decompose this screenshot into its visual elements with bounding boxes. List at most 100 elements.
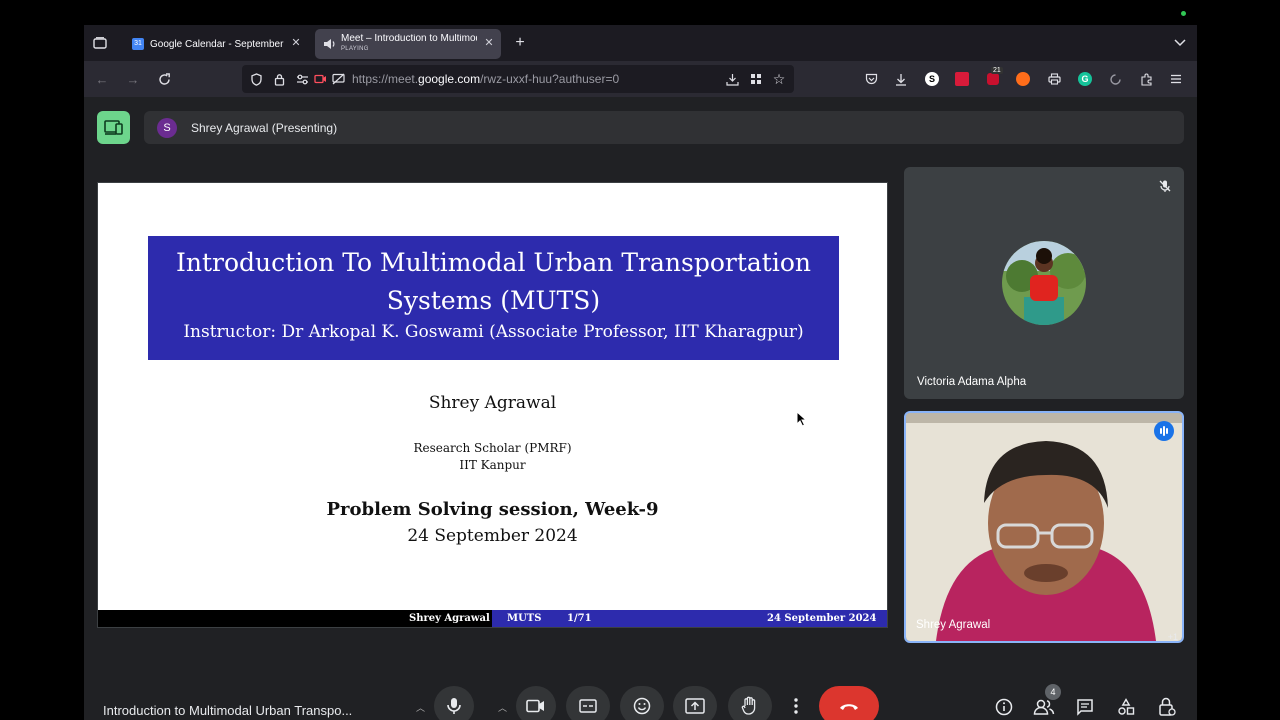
tracking-protection-icon[interactable] — [248, 71, 264, 87]
reload-icon[interactable] — [156, 71, 172, 87]
present-now-button[interactable] — [673, 686, 717, 720]
mouse-cursor-icon — [796, 411, 808, 427]
raise-hand-icon — [741, 696, 756, 715]
slide-instructor: Instructor: Dr Arkopal K. Goswami (Assoc… — [183, 322, 804, 342]
slide-title: Introduction To Multimodal Urban Transpo… — [148, 244, 839, 320]
present-screen-icon — [104, 120, 123, 135]
new-tab-icon[interactable]: + — [512, 34, 528, 51]
footer-page: 1/71 — [567, 613, 592, 624]
slide-institution: IIT Kanpur — [459, 458, 526, 472]
tab-bar: 31 Google Calendar - September 2 ✕ Meet … — [84, 25, 1197, 61]
meeting-title: Introduction to Multimodal Urban Transpo… — [103, 703, 353, 718]
url-domain: google.com — [418, 72, 481, 86]
permissions-icon[interactable] — [294, 71, 310, 87]
screen: 31 Google Calendar - September 2 ✕ Meet … — [0, 0, 1280, 720]
footer-short-title: MUTS — [507, 613, 542, 624]
tab-google-calendar[interactable]: 31 Google Calendar - September 2 ✕ — [124, 29, 308, 59]
hang-up-icon — [840, 704, 858, 710]
screen-sharing-icon[interactable] — [330, 71, 346, 87]
microphone-button[interactable] — [434, 686, 474, 720]
extension-printer-icon[interactable] — [1046, 71, 1062, 87]
raise-hand-button[interactable] — [728, 686, 772, 720]
extension-orange-icon[interactable] — [1015, 71, 1031, 87]
tab-playing-status: PLAYING — [341, 46, 369, 52]
meet-speaker-icon[interactable] — [323, 38, 335, 50]
url-text[interactable]: https://meet.google.com/rwz-uxxf-huu?aut… — [352, 72, 619, 86]
leave-call-button[interactable] — [819, 686, 879, 720]
speaking-indicator-icon — [1154, 421, 1174, 441]
url-prefix: https://meet. — [352, 72, 419, 86]
extensions-grid-icon[interactable] — [748, 71, 764, 87]
slide-title-line-2: Systems (MUTS) — [386, 286, 601, 315]
meet-page: S Shrey Agrawal (Presenting) Introductio… — [84, 97, 1197, 720]
camera-sharing-icon[interactable] — [312, 71, 328, 87]
emoji-reactions-button[interactable] — [620, 686, 664, 720]
more-participants-count[interactable]: +1 — [1168, 632, 1178, 641]
audio-settings-caret-icon[interactable]: ︿ — [416, 701, 425, 714]
extension-sync-icon[interactable] — [1107, 71, 1123, 87]
participant-tile[interactable]: Victoria Adama Alpha — [904, 167, 1184, 399]
navigation-toolbar: ← → https://meet.google.com/rwz-uxxf-huu… — [84, 61, 1197, 97]
slide-date: 24 September 2024 — [407, 526, 578, 546]
browser-window: 31 Google Calendar - September 2 ✕ Meet … — [84, 25, 1197, 720]
slide-role: Research Scholar (PMRF) — [413, 441, 572, 455]
extension-badge-count: 21 — [991, 67, 1003, 74]
slide-presenter: Shrey Agrawal — [428, 393, 557, 413]
screenshot-icon[interactable] — [724, 71, 740, 87]
participant-video — [906, 413, 1182, 641]
tab-title: Google Calendar - September 2 — [150, 38, 286, 50]
activities-icon[interactable] — [1114, 695, 1138, 719]
pocket-icon[interactable] — [863, 71, 879, 87]
extensions-puzzle-icon[interactable] — [1138, 71, 1154, 87]
bookmark-star-icon[interactable]: ☆ — [771, 71, 787, 87]
presentation-layout-button[interactable] — [97, 111, 130, 144]
tab-overview-icon[interactable] — [92, 35, 108, 51]
extension-red-icon[interactable] — [954, 71, 970, 87]
camera-indicator-dot — [1181, 11, 1186, 16]
meeting-details-icon[interactable] — [992, 695, 1016, 719]
presenter-label: Shrey Agrawal (Presenting) — [191, 120, 338, 135]
participant-name: Victoria Adama Alpha — [917, 376, 1027, 388]
calendar-icon: 31 — [132, 38, 144, 50]
account-s-icon[interactable]: S — [924, 71, 940, 87]
muted-mic-icon — [1158, 179, 1172, 198]
video-settings-caret-icon[interactable]: ︿ — [498, 701, 507, 714]
lock-icon[interactable] — [271, 71, 287, 87]
presenter-bar: S Shrey Agrawal (Presenting) — [144, 111, 1184, 144]
list-all-tabs-icon[interactable] — [1172, 35, 1188, 51]
extension-badge-icon[interactable]: 21 — [985, 67, 1003, 87]
address-bar[interactable]: https://meet.google.com/rwz-uxxf-huu?aut… — [242, 65, 794, 93]
participant-tile-active-speaker[interactable]: Shrey Agrawal +1 — [904, 411, 1184, 643]
close-tab-icon[interactable]: ✕ — [290, 37, 302, 49]
close-tab-icon[interactable]: ✕ — [483, 37, 495, 49]
captions-button[interactable] — [566, 686, 610, 720]
captions-icon — [579, 699, 597, 713]
url-path: /rwz-uxxf-huu?authuser=0 — [480, 72, 620, 86]
downloads-icon[interactable] — [893, 71, 909, 87]
tab-title: Meet – Introduction to Multimod — [341, 34, 477, 44]
forward-icon[interactable]: → — [125, 71, 141, 87]
participant-name: Shrey Agrawal — [916, 619, 991, 631]
camera-button[interactable] — [516, 686, 556, 720]
slide-footer: Shrey Agrawal MUTS 1/71 24 September 202… — [98, 610, 887, 627]
tab-google-meet[interactable]: Meet – Introduction to Multimod PLAYING … — [315, 29, 501, 59]
emoji-icon — [633, 697, 651, 715]
slide-session: Problem Solving session, Week-9 — [326, 499, 659, 520]
grammarly-icon[interactable]: G — [1077, 71, 1093, 87]
microphone-icon — [447, 698, 461, 714]
footer-author: Shrey Agrawal — [409, 613, 490, 624]
slide-title-block: Introduction To Multimodal Urban Transpo… — [148, 236, 839, 360]
more-options-button[interactable] — [781, 686, 811, 720]
avatar: S — [157, 117, 177, 138]
camera-icon — [526, 699, 544, 713]
slide-title-line-1: Introduction To Multimodal Urban Transpo… — [176, 248, 811, 277]
footer-date: 24 September 2024 — [767, 613, 877, 624]
menu-hamburger-icon[interactable] — [1168, 71, 1184, 87]
chat-icon[interactable] — [1073, 695, 1097, 719]
presentation-slide: Introduction To Multimodal Urban Transpo… — [97, 182, 888, 628]
people-icon[interactable] — [1032, 695, 1056, 719]
back-icon[interactable]: ← — [94, 71, 110, 87]
avatar — [1002, 241, 1086, 325]
host-controls-icon[interactable] — [1155, 695, 1179, 719]
present-icon — [685, 698, 705, 714]
